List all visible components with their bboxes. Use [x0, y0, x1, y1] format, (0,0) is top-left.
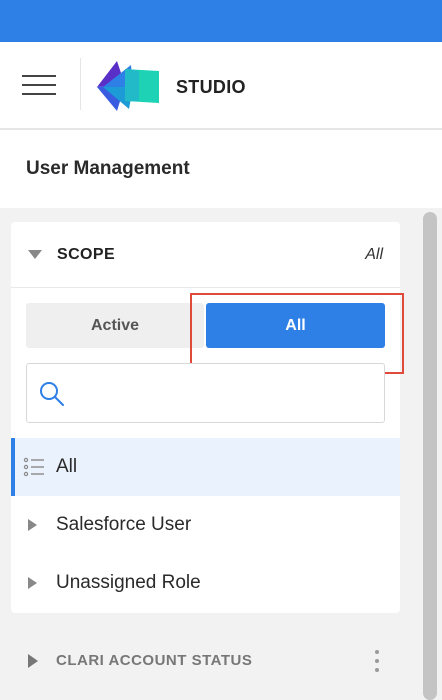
scope-active-button[interactable]: Active: [26, 303, 204, 348]
list-item-label: Salesforce User: [56, 514, 192, 535]
scrollbar[interactable]: [420, 208, 442, 700]
scope-item-salesforce-user[interactable]: Salesforce User: [11, 496, 400, 554]
studio-logo-icon: [97, 61, 159, 111]
hamburger-menu-icon[interactable]: [22, 73, 56, 97]
app-name: STUDIO: [176, 77, 246, 97]
scope-item-unassigned-role[interactable]: Unassigned Role: [11, 554, 400, 612]
scope-item-all[interactable]: All: [11, 438, 400, 496]
list-icon: [23, 457, 44, 477]
scope-all-button[interactable]: All: [206, 303, 385, 348]
app-header: STUDIO: [0, 42, 442, 130]
expand-right-icon[interactable]: [28, 577, 37, 589]
scope-panel-header[interactable]: SCOPE All: [11, 222, 400, 288]
scope-panel-title: SCOPE: [57, 246, 116, 263]
expand-right-icon[interactable]: [28, 519, 37, 531]
search-input[interactable]: [73, 374, 373, 414]
clari-account-status-title: CLARI ACCOUNT STATUS: [56, 652, 253, 669]
caret-down-icon: [28, 250, 42, 259]
search-icon: [40, 382, 64, 406]
scrollbar-thumb[interactable]: [423, 212, 437, 700]
expand-right-icon: [28, 654, 38, 668]
page-title: User Management: [26, 158, 190, 179]
page-title-bar: User Management: [0, 132, 442, 208]
scope-list: All Salesforce User Unassigned Role: [11, 438, 400, 612]
filter-sidebar: SCOPE All Active All All Salesforce User…: [0, 208, 442, 700]
list-item-label: Unassigned Role: [56, 572, 201, 593]
more-vertical-icon[interactable]: [369, 648, 385, 674]
scope-panel: SCOPE All Active All All Salesforce User…: [11, 222, 404, 613]
top-accent-bar: [0, 0, 442, 42]
scope-toggle: Active All: [26, 303, 385, 348]
scope-summary-value: All: [365, 246, 383, 263]
list-item-label: All: [56, 456, 78, 477]
scope-search-box: [26, 363, 385, 423]
header-divider: [80, 58, 81, 110]
clari-account-status-header[interactable]: CLARI ACCOUNT STATUS: [11, 628, 400, 694]
